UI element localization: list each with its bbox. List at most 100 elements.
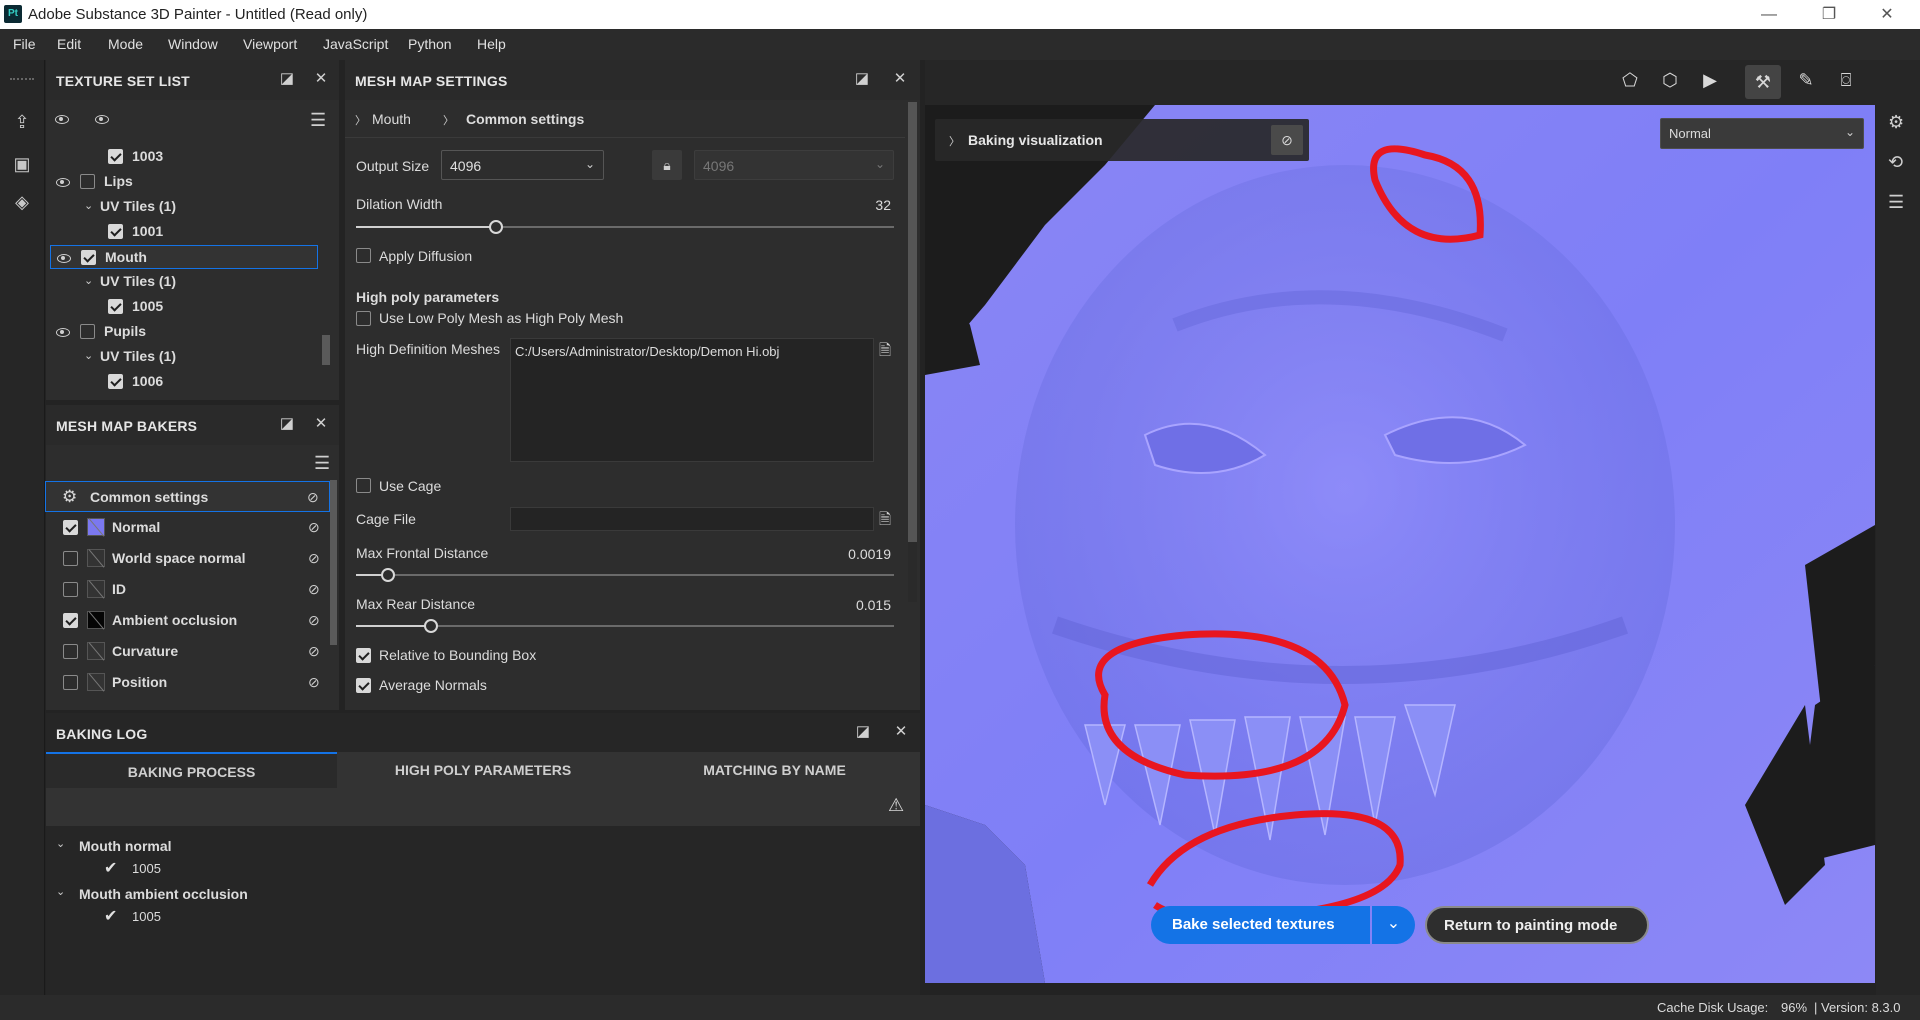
camera-frame-icon[interactable]: ⬠ — [1617, 70, 1643, 94]
close-window-button[interactable]: ✕ — [1864, 0, 1910, 29]
menu-edit[interactable]: Edit — [57, 36, 81, 52]
link-icon[interactable]: ⊘ — [308, 643, 326, 659]
baker-checkbox[interactable] — [63, 520, 78, 535]
chevron-down-icon[interactable]: ⌄ — [84, 349, 93, 362]
maximize-button[interactable]: ❐ — [1806, 0, 1852, 29]
paint-mode-icon[interactable]: ✎ — [1793, 70, 1819, 94]
undock-icon[interactable]: ◪ — [854, 723, 872, 741]
lock-icon[interactable]: 🔒︎ — [652, 150, 682, 180]
menu-python[interactable]: Python — [408, 36, 452, 52]
history-icon[interactable]: ⟲ — [1888, 152, 1903, 173]
texture-set-row[interactable]: 1005 — [50, 295, 318, 319]
baker-checkbox[interactable] — [63, 582, 78, 597]
baker-row[interactable]: ⚙ Common settings ⊘ — [45, 481, 330, 512]
learn-icon[interactable]: ◈ — [10, 192, 34, 214]
menu-javascript[interactable]: JavaScript — [323, 36, 388, 52]
video-camera-icon[interactable]: ▶ — [1697, 70, 1723, 94]
link-icon[interactable]: ⊘ — [308, 674, 326, 690]
baker-row[interactable]: ID ⊘ — [45, 574, 330, 605]
bake-selected-button[interactable]: Bake selected textures — [1151, 906, 1370, 944]
tab-matching-by-name[interactable]: MATCHING BY NAME — [629, 752, 920, 788]
close-icon[interactable]: ✕ — [312, 415, 330, 433]
texture-set-row[interactable]: Lips — [50, 170, 318, 194]
scrollbar-thumb[interactable] — [330, 480, 337, 645]
baker-row[interactable]: Normal ⊘ — [45, 512, 330, 543]
drag-handle[interactable] — [10, 78, 34, 80]
log-entry-name[interactable]: Mouth normal — [79, 838, 172, 854]
close-icon[interactable]: ✕ — [892, 723, 910, 741]
texture-set-checkbox[interactable] — [80, 324, 95, 339]
3d-viewport[interactable]: 〉 Baking visualization ⊘ Normal ⌄ Bake s… — [925, 105, 1875, 983]
texture-set-checkbox[interactable] — [108, 149, 123, 164]
return-to-painting-button[interactable]: Return to painting mode — [1425, 906, 1649, 944]
screenshot-icon[interactable]: ⌼ — [1833, 70, 1859, 94]
link-icon[interactable]: ⊘ — [308, 519, 326, 535]
visibility-icon[interactable] — [56, 328, 70, 337]
undock-icon[interactable]: ◪ — [853, 70, 871, 88]
texture-set-row[interactable]: 1001 — [50, 220, 318, 244]
link-icon[interactable]: ⊘ — [308, 581, 326, 597]
display-mode-icon[interactable]: ⬡ — [1657, 70, 1683, 94]
max-frontal-slider[interactable] — [381, 568, 395, 582]
texture-set-row[interactable]: ⌄ UV Tiles (1) — [50, 270, 318, 294]
texture-set-checkbox[interactable] — [108, 299, 123, 314]
chevron-down-icon[interactable]: ⌄ — [84, 274, 93, 287]
scrollbar[interactable] — [908, 102, 917, 602]
use-low-poly-checkbox[interactable] — [356, 311, 371, 326]
assets-icon[interactable]: ▣ — [10, 154, 34, 176]
visibility-icon[interactable] — [57, 254, 71, 263]
cage-file-input[interactable] — [510, 507, 874, 531]
link-icon[interactable]: ⊘ — [308, 612, 326, 628]
baker-row[interactable]: World space normal ⊘ — [45, 543, 330, 574]
texture-set-checkbox[interactable] — [108, 374, 123, 389]
menu-viewport[interactable]: Viewport — [243, 36, 297, 52]
high-def-mesh-path[interactable]: C:/Users/Administrator/Desktop/Demon Hi.… — [515, 344, 779, 359]
undock-icon[interactable]: ◪ — [278, 415, 296, 433]
chevron-down-icon[interactable]: ⌄ — [56, 885, 65, 898]
settings-icon[interactable]: ⚙ — [1888, 112, 1904, 133]
scrollbar-thumb[interactable] — [322, 335, 330, 365]
max-frontal-value[interactable]: 0.0019 — [825, 546, 891, 562]
menu-icon[interactable]: ☰ — [314, 453, 330, 474]
baker-row[interactable]: Position ⊘ — [45, 667, 330, 698]
texture-set-row[interactable]: ⌄ UV Tiles (1) — [50, 345, 318, 369]
menu-file[interactable]: File — [13, 36, 36, 52]
minimize-button[interactable]: — — [1746, 0, 1792, 29]
file-icon[interactable]: 🗎︎ — [879, 509, 891, 534]
visibility-off-icon[interactable]: ⊘ — [1271, 125, 1303, 155]
baker-checkbox[interactable] — [63, 644, 78, 659]
breadcrumb-texture-set[interactable]: Mouth — [372, 111, 411, 127]
max-rear-value[interactable]: 0.015 — [825, 597, 891, 613]
chevron-down-icon[interactable]: ⌄ — [84, 199, 93, 212]
tab-high-poly-parameters[interactable]: HIGH POLY PARAMETERS — [337, 752, 629, 788]
export-icon[interactable]: ⇪ — [10, 112, 34, 134]
log-icon[interactable]: ☰ — [1888, 192, 1904, 213]
chevron-down-icon[interactable]: ⌄ — [56, 837, 65, 850]
baker-checkbox[interactable] — [63, 613, 78, 628]
texture-set-row[interactable]: Pupils — [50, 320, 318, 344]
high-def-meshes-list[interactable]: C:/Users/Administrator/Desktop/Demon Hi.… — [510, 338, 874, 462]
dilation-width-value[interactable]: 32 — [855, 197, 891, 213]
texture-set-row[interactable]: ⌄ UV Tiles (1) — [50, 195, 318, 219]
menu-help[interactable]: Help — [477, 36, 506, 52]
texture-set-checkbox[interactable] — [108, 224, 123, 239]
link-icon[interactable]: ⊘ — [307, 489, 325, 505]
texture-set-row[interactable]: Mouth — [50, 245, 318, 269]
texture-set-checkbox[interactable] — [81, 250, 96, 265]
texture-set-row[interactable]: 1006 — [50, 370, 318, 394]
undock-icon[interactable]: ◪ — [278, 70, 296, 88]
tab-baking-process[interactable]: BAKING PROCESS — [46, 752, 337, 788]
apply-diffusion-checkbox[interactable] — [356, 248, 371, 263]
relative-bbox-checkbox[interactable] — [356, 648, 371, 663]
baker-row[interactable]: Curvature ⊘ — [45, 636, 330, 667]
max-frontal-track[interactable] — [356, 574, 894, 576]
file-icon[interactable]: 🗎︎ — [879, 340, 891, 365]
baker-checkbox[interactable] — [63, 551, 78, 566]
menu-mode[interactable]: Mode — [108, 36, 143, 52]
channel-select[interactable]: Normal ⌄ — [1660, 118, 1864, 149]
max-rear-slider[interactable] — [424, 619, 438, 633]
dilation-width-slider[interactable] — [489, 220, 503, 234]
bake-mode-icon[interactable]: ⚒ — [1745, 65, 1781, 99]
baker-row[interactable]: Ambient occlusion ⊘ — [45, 605, 330, 636]
close-icon[interactable]: ✕ — [891, 70, 909, 88]
